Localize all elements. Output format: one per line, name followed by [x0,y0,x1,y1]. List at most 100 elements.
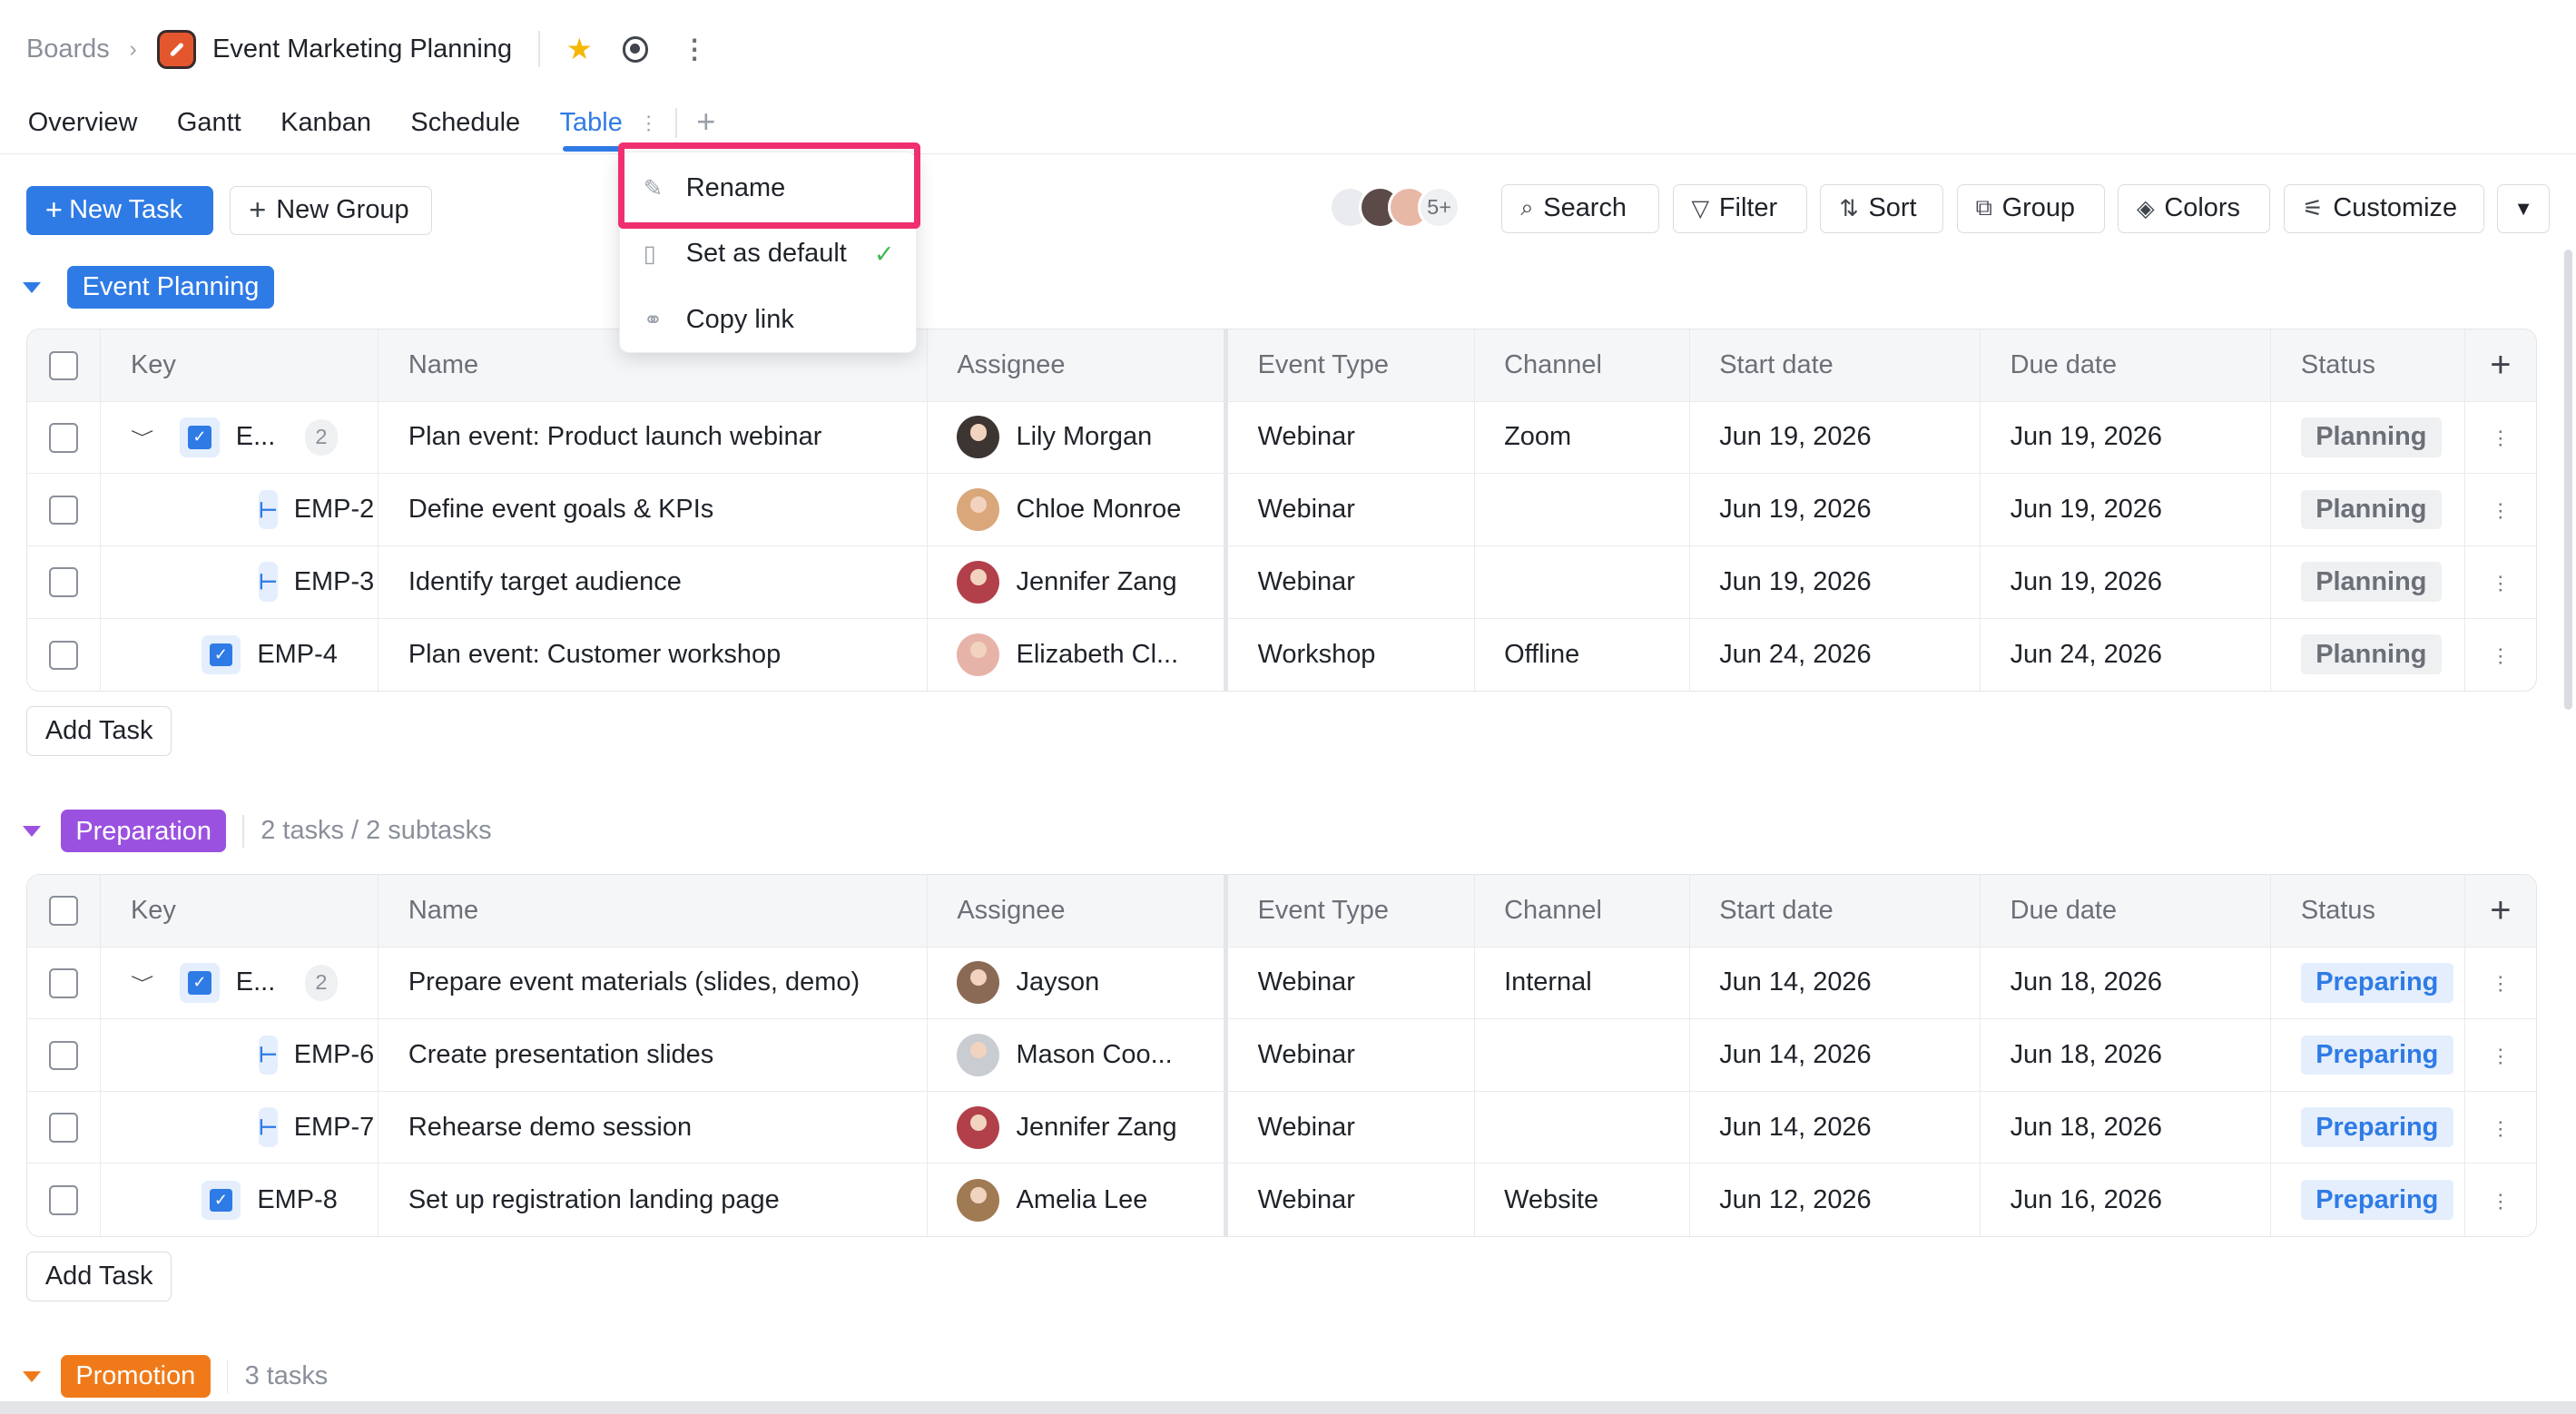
column-header-channel[interactable]: Channel [1474,329,1690,402]
column-header-start-date[interactable]: Start date [1689,874,1981,948]
row-checkbox[interactable] [48,1185,79,1216]
row-more-icon[interactable]: ⋮ [2491,1117,2511,1140]
task-name[interactable]: Rehearse demo session [379,1091,928,1164]
task-name[interactable]: Identify target audience [379,545,928,619]
column-header-status[interactable]: Status [2271,874,2465,948]
row-checkbox[interactable] [48,1113,79,1143]
search-button[interactable]: ⌕ Search [1501,183,1660,234]
sort-button[interactable]: ⇅ Sort [1820,183,1944,234]
channel-cell[interactable]: Internal [1474,947,1690,1020]
task-key[interactable]: EMP-6 [294,1040,375,1070]
row-checkbox[interactable] [48,640,79,671]
tab-overview[interactable]: Overview [28,102,138,151]
chevron-down-icon[interactable]: ﹀ [131,426,153,448]
start-date-cell[interactable]: Jun 12, 2026 [1690,1164,1981,1237]
status-badge[interactable]: Planning [2300,562,2442,603]
collapse-caret-icon[interactable] [23,1370,42,1382]
tab-gantt[interactable]: Gantt [177,102,241,151]
table-row[interactable]: ✓ EMP-4 Plan event: Customer workshop Eli… [27,618,2536,692]
column-header-name[interactable]: Name [379,874,928,948]
column-header-due-date[interactable]: Due date [1980,874,2272,948]
filter-button[interactable]: ▽ Filter [1672,183,1807,234]
column-header-due-date[interactable]: Due date [1980,329,2272,402]
table-row[interactable]: ⊢ EMP-2 Define event goals & KPIs Chloe M… [26,474,2536,546]
row-more-icon[interactable]: ⋮ [2491,1045,2511,1067]
row-checkbox[interactable] [48,1040,79,1071]
due-date-cell[interactable]: Jun 19, 2026 [1980,474,2272,546]
colors-button[interactable]: ◈ Colors [2118,183,2271,234]
start-date-cell[interactable]: Jun 19, 2026 [1689,545,1981,619]
start-date-cell[interactable]: Jun 14, 2026 [1689,947,1981,1020]
column-header-assignee[interactable]: Assignee [927,329,1229,402]
task-name[interactable]: Define event goals & KPIs [379,474,928,546]
column-header-status[interactable]: Status [2271,329,2465,402]
due-date-cell[interactable]: Jun 18, 2026 [1980,947,2272,1020]
vertical-scrollbar[interactable] [2564,250,2573,710]
column-header-key[interactable]: Key [101,329,379,402]
add-view-icon[interactable]: + [696,102,715,141]
status-badge[interactable]: Planning [2300,417,2442,457]
row-more-icon[interactable]: ⋮ [2491,972,2511,995]
new-group-button[interactable]: + New Group [230,185,433,235]
start-date-cell[interactable]: Jun 14, 2026 [1689,1019,1981,1092]
task-name[interactable]: Plan event: Product launch webinar [379,401,928,475]
row-more-icon[interactable]: ⋮ [2491,427,2511,449]
status-badge[interactable]: Preparing [2300,1180,2453,1221]
star-icon[interactable]: ★ [566,32,593,66]
due-date-cell[interactable]: Jun 19, 2026 [1980,545,2272,619]
group-badge[interactable]: Promotion [61,1355,211,1399]
task-key[interactable]: EMP-3 [294,567,375,597]
add-column-icon[interactable]: + [2490,890,2511,930]
due-date-cell[interactable]: Jun 18, 2026 [1980,1019,2272,1092]
task-key[interactable]: EMP-4 [257,640,338,670]
toolbar-more-button[interactable]: ▼ [2497,183,2551,234]
add-task-button[interactable]: Add Task [25,1252,172,1301]
status-badge[interactable]: Preparing [2300,1107,2453,1148]
row-checkbox[interactable] [48,968,79,998]
task-key[interactable]: E... [236,422,275,452]
start-date-cell[interactable]: Jun 14, 2026 [1689,1091,1981,1164]
watch-icon[interactable] [622,35,649,63]
due-date-cell[interactable]: Jun 24, 2026 [1981,618,2272,692]
channel-cell[interactable] [1474,1091,1690,1164]
row-more-icon[interactable]: ⋮ [2491,499,2511,522]
tab-schedule[interactable]: Schedule [410,102,520,151]
column-header-event-type[interactable]: Event Type [1228,329,1475,402]
more-options-icon[interactable]: ⋮ [682,34,708,65]
column-header-start-date[interactable]: Start date [1689,329,1981,402]
customize-button[interactable]: ⚟ Customize [2283,183,2484,234]
assignee-name[interactable]: Jennifer Zang [1017,567,1177,597]
group-button[interactable]: ⧉ Group [1956,183,2105,234]
column-header-event-type[interactable]: Event Type [1228,874,1475,948]
row-checkbox[interactable] [48,495,79,525]
row-checkbox[interactable] [48,567,79,597]
member-avatars[interactable]: 5+ [1329,185,1461,229]
event-type-cell[interactable]: Webinar [1228,947,1475,1020]
assignee-name[interactable]: Mason Coo... [1017,1040,1173,1070]
channel-cell[interactable]: Offline [1475,618,1690,692]
row-more-icon[interactable]: ⋮ [2491,644,2511,667]
due-date-cell[interactable]: Jun 16, 2026 [1981,1164,2272,1237]
channel-cell[interactable] [1474,474,1690,546]
channel-cell[interactable]: Zoom [1474,401,1690,475]
event-type-cell[interactable]: Webinar [1228,401,1475,475]
event-type-cell[interactable]: Webinar [1228,1164,1475,1237]
row-more-icon[interactable]: ⋮ [2491,1190,2511,1213]
new-task-button[interactable]: + New Task [25,185,214,235]
board-title[interactable]: Event Marketing Planning [212,34,512,64]
column-header-channel[interactable]: Channel [1474,874,1690,948]
table-row[interactable]: ﹀ ✓ E... 2 Prepare event materials (slides,… [26,947,2536,1020]
assignee-name[interactable]: Chloe Monroe [1017,495,1182,525]
start-date-cell[interactable]: Jun 24, 2026 [1690,618,1981,692]
row-more-icon[interactable]: ⋮ [2491,572,2511,594]
task-name[interactable]: Create presentation slides [379,1019,928,1092]
column-header-assignee[interactable]: Assignee [927,874,1229,948]
add-column-icon[interactable]: + [2490,345,2511,385]
table-row[interactable]: ﹀ ✓ E... 2 Plan event: Product launch webin… [26,401,2536,475]
horizontal-scrollbar[interactable] [0,1400,2576,1414]
due-date-cell[interactable]: Jun 18, 2026 [1980,1091,2272,1164]
table-row[interactable]: ⊢ EMP-6 Create presentation slides Mason … [26,1019,2536,1092]
task-name[interactable]: Set up registration landing page [379,1164,928,1237]
select-all-checkbox[interactable] [48,350,79,381]
assignee-name[interactable]: Jayson [1017,967,1100,997]
